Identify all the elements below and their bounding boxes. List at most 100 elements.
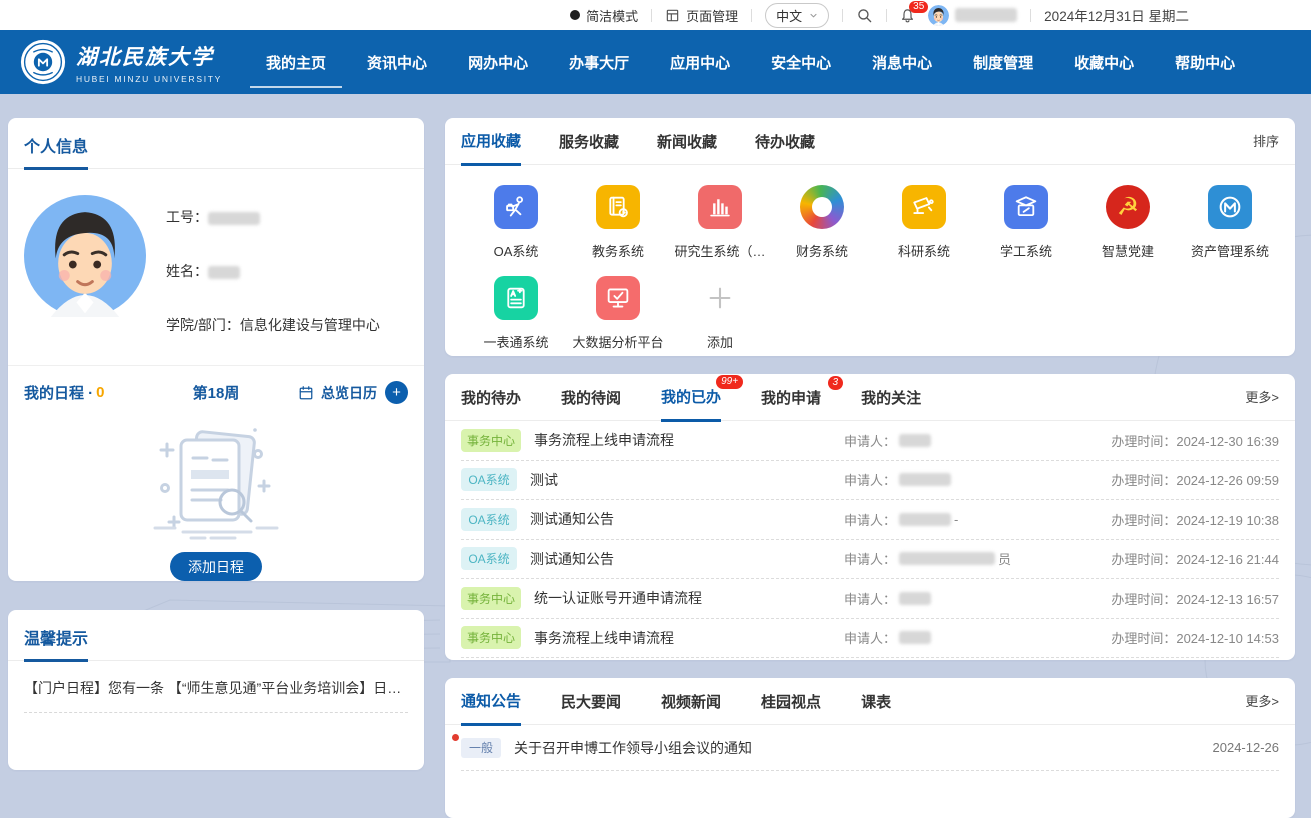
mode-dot-icon (570, 10, 580, 20)
university-name-cn: 湖北民族大学 (76, 41, 222, 71)
news-tab[interactable]: 通知公告 (461, 690, 521, 726)
page-manage-button[interactable]: 页面管理 (665, 6, 738, 25)
profile-body: 工号： 姓名： 学院/部门：信息化建设与管理中心 (8, 169, 424, 365)
research-system-icon (911, 194, 937, 220)
nav-item[interactable]: 我的主页 (264, 30, 328, 95)
panel-title: 个人信息 (24, 133, 88, 170)
avatar[interactable] (24, 195, 146, 317)
nav-item[interactable]: 收藏中心 (1072, 30, 1136, 95)
app-shortcut[interactable]: 资产管理系统 (1179, 185, 1281, 260)
calendar-overview-link[interactable]: 总览日历 (298, 383, 377, 403)
apps-grid: OA系统 教务系统 研究生系统（… (445, 165, 1295, 356)
task-title: 统一认证账号开通申请流程 (534, 588, 844, 608)
handle-time: 办理时间：2024-12-19 10:38 (1039, 510, 1279, 529)
nav-item[interactable]: 帮助中心 (1173, 30, 1237, 95)
language-select[interactable]: 中文 (765, 3, 829, 28)
tasks-tab[interactable]: 我的待办 (461, 387, 521, 420)
applicant: 申请人：- (844, 510, 1039, 529)
favorites-tab[interactable]: 新闻收藏 (657, 131, 717, 164)
news-more-link[interactable]: 更多> (1245, 691, 1279, 724)
app-shortcut[interactable]: 研究生系统（… (669, 185, 771, 260)
utility-topbar: 简洁模式 页面管理 中文 35 2024年12月31日 星期二 (0, 0, 1311, 30)
tasks-list: 事务中心 事务流程上线申请流程 申请人： 办理时间：2024-12-30 16:… (445, 421, 1295, 658)
task-row[interactable]: OA系统 测试通知公告 申请人：员 办理时间：2024-12-16 21:44 (461, 540, 1279, 580)
nav-item[interactable]: 网办中心 (466, 30, 530, 95)
chevron-down-icon (809, 11, 818, 20)
personal-info-panel: 个人信息 工号： 姓名： (8, 118, 424, 581)
redacted-applicant (899, 592, 931, 605)
app-shortcut[interactable]: 一表通系统 (465, 276, 567, 351)
nav-item[interactable]: 消息中心 (870, 30, 934, 95)
handle-time: 办理时间：2024-12-30 16:39 (1039, 431, 1279, 450)
current-date: 2024年12月31日 星期二 (1044, 5, 1189, 25)
task-row[interactable]: 事务中心 事务流程上线申请流程 申请人： 办理时间：2024-12-10 14:… (461, 619, 1279, 659)
notification-count-badge: 35 (909, 1, 928, 13)
task-title: 测试通知公告 (530, 549, 844, 569)
tasks-tab[interactable]: 我的已办 99+ (661, 386, 721, 422)
search-icon[interactable] (856, 7, 873, 24)
right-column: 应用收藏 服务收藏 新闻收藏 待办收藏 (445, 118, 1295, 818)
divider (1030, 9, 1031, 22)
news-panel: 通知公告 民大要闻 视频新闻 桂园视点 (445, 678, 1295, 818)
app-name: 科研系统 (898, 241, 950, 260)
app-name: 一表通系统 (483, 332, 548, 351)
source-tag: OA系统 (461, 547, 517, 570)
sort-button[interactable]: 排序 (1253, 131, 1279, 164)
app-shortcut[interactable]: 学工系统 (975, 185, 1077, 260)
news-tab[interactable]: 民大要闻 (561, 691, 621, 724)
app-shortcut[interactable]: 教务系统 (567, 185, 669, 260)
app-shortcut[interactable]: OA系统 (465, 185, 567, 260)
panel-header: 温馨提示 (8, 610, 424, 661)
source-tag: 事务中心 (461, 429, 521, 452)
handle-time: 办理时间：2024-12-13 16:57 (1039, 589, 1279, 608)
profile-field: 学院/部门：信息化建设与管理中心 (166, 315, 380, 335)
news-tab[interactable]: 视频新闻 (661, 691, 721, 724)
app-shortcut[interactable]: 智慧党建 (1077, 185, 1179, 260)
redacted-applicant (899, 552, 995, 565)
tasks-tab[interactable]: 我的关注 (861, 387, 921, 420)
nav-item[interactable]: 办事大厅 (567, 30, 631, 95)
divider (651, 9, 652, 22)
nav-item[interactable]: 应用中心 (668, 30, 732, 95)
task-row[interactable]: 事务中心 事务流程上线申请流程 申请人： 办理时间：2024-12-30 16:… (461, 421, 1279, 461)
source-tag: OA系统 (461, 508, 517, 531)
page-content: 个人信息 工号： 姓名： (0, 94, 1311, 818)
favorites-tab[interactable]: 服务收藏 (559, 131, 619, 164)
schedule-section: 第18周 我的日程 · 0 总览日历 + 添加日程 (8, 365, 424, 581)
tasks-tab[interactable]: 我的待阅 (561, 387, 621, 420)
news-tab[interactable]: 桂园视点 (761, 691, 821, 724)
tip-item[interactable]: 【门户日程】您有一条 【“师生意见通”平台业务培训会】日… (24, 661, 408, 713)
favorites-tabs: 应用收藏 服务收藏 新闻收藏 待办收藏 (445, 118, 1295, 165)
task-row[interactable]: OA系统 测试 申请人： 办理时间：2024-12-26 09:59 (461, 461, 1279, 501)
task-row[interactable]: OA系统 测试通知公告 申请人：- 办理时间：2024-12-19 10:38 (461, 500, 1279, 540)
tasks-tabs: 我的待办 我的待阅 我的已办 99+ (445, 374, 1295, 421)
simple-mode-toggle[interactable]: 简洁模式 (570, 6, 638, 25)
app-name: 学工系统 (1000, 241, 1052, 260)
redacted-applicant (899, 473, 951, 486)
bigdata-platform-icon (605, 285, 631, 311)
source-tag: 事务中心 (461, 626, 521, 649)
nav-item[interactable]: 制度管理 (971, 30, 1035, 95)
news-title: 关于召开申博工作领导小组会议的通知 (514, 738, 1212, 758)
nav-item[interactable]: 安全中心 (769, 30, 833, 95)
app-shortcut[interactable]: 大数据分析平台 (567, 276, 669, 351)
app-shortcut[interactable]: 添加 (669, 276, 771, 351)
task-row[interactable]: 事务中心 统一认证账号开通申请流程 申请人： 办理时间：2024-12-13 1… (461, 579, 1279, 619)
tasks-tab[interactable]: 我的申请 3 (761, 387, 821, 420)
favorites-tab[interactable]: 待办收藏 (755, 131, 815, 164)
add-app-icon (705, 283, 735, 313)
add-schedule-button[interactable]: 添加日程 (170, 552, 262, 581)
news-tab[interactable]: 课表 (861, 691, 891, 724)
notifications-button[interactable]: 35 (900, 8, 915, 23)
favorites-tab[interactable]: 应用收藏 (461, 130, 521, 166)
tasks-more-link[interactable]: 更多> (1245, 387, 1279, 420)
main-navbar: 湖北民族大学 HUBEI MINZU UNIVERSITY 我的主页 资讯中心 … (0, 30, 1311, 94)
app-shortcut[interactable]: 科研系统 (873, 185, 975, 260)
app-shortcut[interactable]: 财务系统 (771, 185, 873, 260)
nav-item[interactable]: 资讯中心 (365, 30, 429, 95)
university-logo[interactable]: 湖北民族大学 HUBEI MINZU UNIVERSITY (20, 39, 222, 85)
redacted-value (208, 266, 240, 279)
news-item[interactable]: 一般 关于召开申博工作领导小组会议的通知 2024-12-26 (461, 725, 1279, 771)
user-menu[interactable] (928, 5, 1017, 26)
tasks-panel: 我的待办 我的待阅 我的已办 99+ (445, 374, 1295, 660)
